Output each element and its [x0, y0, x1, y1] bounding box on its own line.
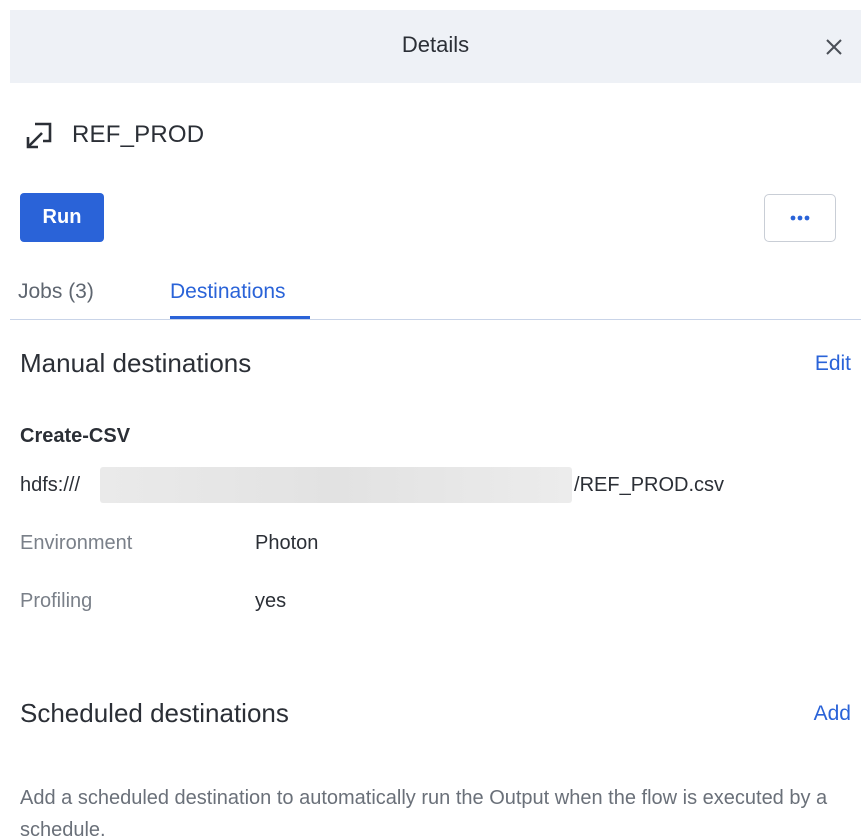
more-options-button[interactable] — [764, 194, 836, 242]
profiling-label: Profiling — [20, 590, 93, 612]
edit-link[interactable]: Edit — [815, 352, 851, 376]
tab-destinations[interactable]: Destinations — [170, 280, 286, 304]
output-name: REF_PROD — [72, 121, 205, 148]
output-title-row: REF_PROD — [22, 115, 204, 155]
environment-label: Environment — [20, 532, 133, 554]
profiling-value: yes — [255, 590, 287, 612]
manual-destinations-title: Manual destinations — [20, 348, 252, 378]
path-suffix: /REF_PROD.csv — [574, 473, 725, 496]
details-panel: Details REF_PROD Run Jobs (3) Destinatio — [0, 0, 861, 839]
more-horizontal-icon — [790, 215, 810, 221]
output-arrow-icon — [22, 118, 56, 152]
destination-name: Create-CSV — [20, 425, 131, 447]
run-button[interactable]: Run — [20, 193, 104, 242]
panel-title: Details — [401, 32, 470, 57]
tab-jobs[interactable]: Jobs (3) — [18, 280, 94, 304]
redacted-path — [100, 467, 573, 503]
destination-path: hdfs:/// /REF_PROD.csv — [20, 467, 725, 503]
close-icon[interactable] — [821, 34, 847, 60]
scheduled-destinations-title: Scheduled destinations — [20, 698, 289, 728]
add-link[interactable]: Add — [814, 702, 851, 726]
environment-value: Photon — [255, 532, 319, 554]
tab-bar: Jobs (3) Destinations — [10, 262, 861, 320]
panel-header: Details — [10, 10, 861, 83]
active-tab-indicator — [170, 316, 310, 319]
path-prefix: hdfs:/// — [20, 473, 81, 496]
scheduled-info-text: Add a scheduled destination to automatic… — [20, 787, 828, 839]
